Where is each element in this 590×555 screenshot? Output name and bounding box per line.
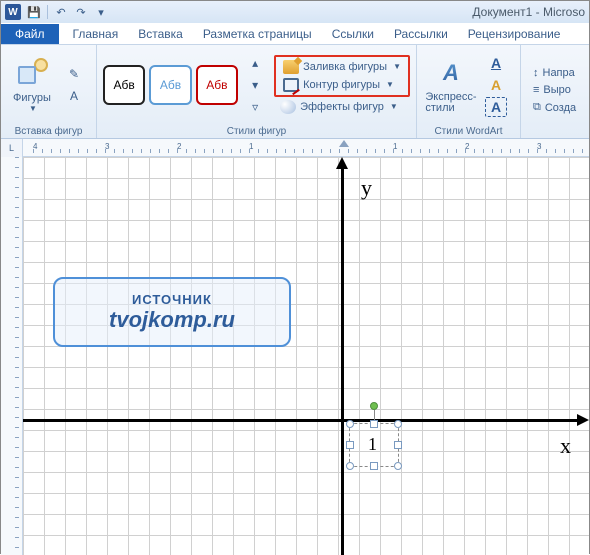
tab-page-layout[interactable]: Разметка страницы <box>193 24 322 44</box>
align-text-label: Выро <box>543 84 570 96</box>
text-outline-button[interactable]: A <box>485 75 507 95</box>
undo-button[interactable]: ↶ <box>52 3 70 21</box>
effects-icon <box>280 100 296 114</box>
text-box-content[interactable]: 1 <box>368 434 377 455</box>
redo-button[interactable]: ↷ <box>72 3 90 21</box>
text-direction-label: Напра <box>543 67 575 79</box>
text-fill-button[interactable]: A <box>485 53 507 73</box>
tab-mailings[interactable]: Рассылки <box>384 24 458 44</box>
chevron-down-icon: ▼ <box>29 104 37 113</box>
group-label: Вставка фигур <box>1 125 96 138</box>
selected-text-box[interactable]: 1 <box>349 423 399 467</box>
x-axis-shape[interactable] <box>23 419 581 422</box>
group-label: Стили фигур <box>97 125 416 138</box>
resize-handle-e[interactable] <box>394 441 402 449</box>
resize-handle-s[interactable] <box>370 462 378 470</box>
document-canvas[interactable]: y x 1 ИСТОЧНИК tvojkomp.ru <box>23 157 589 555</box>
text-direction-button[interactable]: ↕ Напра <box>527 65 582 81</box>
resize-handle-n[interactable] <box>370 420 378 428</box>
group-label <box>521 136 589 138</box>
shape-effects-label: Эффекты фигур <box>300 101 384 113</box>
annotation-highlight: Заливка фигуры ▼ Контур фигуры ▼ <box>274 55 410 97</box>
horizontal-ruler[interactable]: 4321123 <box>23 139 589 156</box>
ruler-row: L 4321123 <box>1 139 589 157</box>
first-line-indent-marker[interactable] <box>339 140 349 147</box>
save-button[interactable]: 💾 <box>25 3 43 21</box>
watermark-line2: tvojkomp.ru <box>109 307 235 333</box>
tab-selector[interactable]: L <box>1 139 23 157</box>
ribbon: Фигуры ▼ ✎ A Вставка фигур Абв Абв Абв ▴… <box>1 45 589 139</box>
align-text-button[interactable]: ≡ Выро <box>527 82 582 98</box>
group-wordart-styles: A Экспресс- стили A A A Стили WordArt <box>417 45 521 138</box>
group-shape-styles: Абв Абв Абв ▴ ▾ ▿ Заливка фигуры ▼ Конт <box>97 45 417 138</box>
quick-access-toolbar: 💾 ↶ ↷ ▾ <box>25 3 110 21</box>
group-label: Стили WordArt <box>417 125 520 138</box>
create-link-button[interactable]: ⧉ Созда <box>527 99 582 116</box>
link-icon: ⧉ <box>533 101 541 114</box>
y-axis-label[interactable]: y <box>361 175 372 201</box>
qat-customize-button[interactable]: ▾ <box>92 3 110 21</box>
tab-review[interactable]: Рецензирование <box>458 24 571 44</box>
direction-icon: ↕ <box>533 67 539 79</box>
rotation-stem <box>374 410 375 420</box>
source-watermark: ИСТОЧНИК tvojkomp.ru <box>53 277 291 347</box>
resize-handle-ne[interactable] <box>394 420 402 428</box>
shapes-gallery-button[interactable]: Фигуры ▼ <box>7 52 57 118</box>
shape-effects-button[interactable]: Эффекты фигур ▼ <box>274 98 410 116</box>
x-axis-label[interactable]: x <box>560 433 571 459</box>
wordart-label: Экспресс- стили <box>425 92 476 114</box>
align-icon: ≡ <box>533 84 539 96</box>
chevron-down-icon: ▼ <box>386 80 394 89</box>
resize-handle-nw[interactable] <box>346 420 354 428</box>
tab-home[interactable]: Главная <box>63 24 129 44</box>
chevron-down-icon: ▼ <box>390 102 398 111</box>
resize-handle-w[interactable] <box>346 441 354 449</box>
separator <box>47 5 48 19</box>
rotation-handle[interactable] <box>370 402 378 410</box>
group-insert-shapes: Фигуры ▼ ✎ A Вставка фигур <box>1 45 97 138</box>
tab-references[interactable]: Ссылки <box>322 24 384 44</box>
document-area: y x 1 ИСТОЧНИК tvojkomp.ru <box>1 157 589 555</box>
text-effects-button[interactable]: A <box>485 97 507 117</box>
tab-insert[interactable]: Вставка <box>128 24 193 44</box>
group-text-partial: ↕ Напра ≡ Выро ⧉ Созда <box>521 45 589 138</box>
shapes-label: Фигуры <box>13 92 51 104</box>
vertical-ruler[interactable] <box>1 157 23 555</box>
watermark-line1: ИСТОЧНИК <box>132 292 212 307</box>
title-bar: W 💾 ↶ ↷ ▾ Документ1 - Microso <box>1 1 589 23</box>
style-row-up[interactable]: ▴ <box>244 53 266 73</box>
pen-outline-icon <box>283 78 299 92</box>
ribbon-tabs: Файл Главная Вставка Разметка страницы С… <box>1 23 589 45</box>
resize-handle-se[interactable] <box>394 462 402 470</box>
shape-fill-label: Заливка фигуры <box>303 61 387 73</box>
shape-outline-button[interactable]: Контур фигуры ▼ <box>277 76 407 94</box>
wordart-quick-styles-button[interactable]: A Экспресс- стили <box>423 52 479 118</box>
create-link-label: Созда <box>545 102 576 114</box>
y-axis-shape[interactable] <box>341 165 344 555</box>
resize-handle-sw[interactable] <box>346 462 354 470</box>
wordart-preview-icon: A <box>434 56 468 90</box>
shape-fill-button[interactable]: Заливка фигуры ▼ <box>277 58 407 76</box>
bucket-icon <box>283 60 299 74</box>
shape-outline-label: Контур фигуры <box>303 79 380 91</box>
tab-file[interactable]: Файл <box>1 24 59 44</box>
shape-style-preset-1[interactable]: Абв <box>103 65 145 105</box>
shape-style-preset-2[interactable]: Абв <box>149 65 191 105</box>
text-box-button[interactable]: A <box>63 86 85 106</box>
style-gallery-more[interactable]: ▿ <box>244 97 266 117</box>
style-row-down[interactable]: ▾ <box>244 75 266 95</box>
word-app-icon: W <box>5 4 21 20</box>
document-title: Документ1 - Microso <box>472 5 585 19</box>
shape-style-preset-3[interactable]: Абв <box>196 65 238 105</box>
chevron-down-icon: ▼ <box>393 62 401 71</box>
shapes-icon <box>16 58 48 90</box>
gridlines <box>23 157 589 555</box>
edit-shape-button[interactable]: ✎ <box>63 64 85 84</box>
